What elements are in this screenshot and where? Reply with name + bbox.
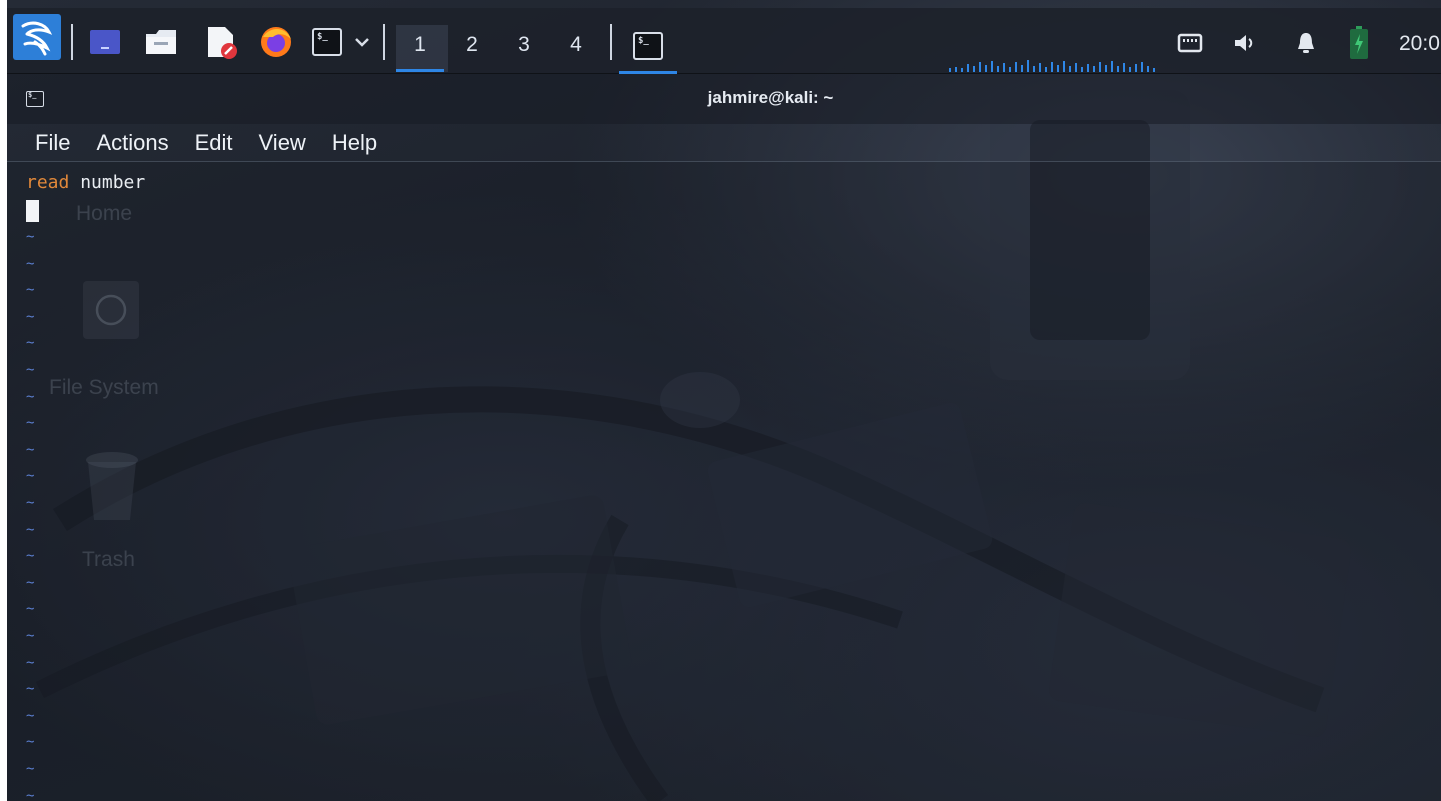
workspace-label: 1 (414, 33, 426, 56)
empty-line-tilde: ~ (26, 574, 35, 591)
empty-line-tilde: ~ (26, 548, 35, 565)
notifications-icon (1298, 33, 1314, 53)
volume-button[interactable] (1229, 28, 1261, 58)
empty-line-tilde: ~ (26, 229, 35, 245)
battery-icon (1350, 26, 1368, 59)
workspace-2-button[interactable]: 2 (448, 25, 496, 65)
empty-line-tilde: ~ (26, 415, 35, 432)
empty-line-tilde: ~ (26, 282, 35, 299)
code-line-1: read number (26, 172, 145, 193)
workspace-1-button[interactable]: 1 (396, 25, 444, 72)
kali-dragon-icon (21, 21, 53, 56)
menu-view[interactable]: View (259, 130, 306, 156)
workspace-label: 4 (570, 33, 582, 56)
show-desktop-icon (90, 30, 120, 54)
file-manager-button[interactable] (143, 26, 179, 58)
empty-line-tilde: ~ (26, 468, 35, 485)
kali-menu-button[interactable] (13, 14, 61, 60)
empty-line-tilde: ~ (26, 654, 35, 671)
text-editor-button[interactable] (203, 24, 239, 60)
terminal-dropdown-button[interactable] (351, 30, 373, 54)
network-button[interactable] (1173, 28, 1207, 58)
empty-line-tilde: ~ (26, 441, 35, 458)
text-editor-icon (208, 27, 237, 59)
terminal-icon: $_ (312, 28, 342, 56)
show-desktop-button[interactable] (87, 26, 123, 58)
window-title: jahmire@kali: ~ (707, 88, 834, 107)
menu-bar: File Actions Edit View Help (7, 124, 1441, 162)
terminal-task-icon: $_ (633, 32, 663, 60)
empty-line-tilde: ~ (26, 601, 35, 618)
workspace-3-button[interactable]: 3 (500, 25, 548, 65)
workspace-4-button[interactable]: 4 (552, 25, 600, 65)
empty-line-tilde: ~ (26, 521, 35, 538)
desktop-screen: Home File System Trash $_ 1 2 3 4 $_ 20:… (0, 0, 1441, 801)
menu-edit[interactable]: Edit (195, 130, 233, 156)
menu-file[interactable]: File (35, 130, 70, 156)
empty-line-tilde: ~ (26, 362, 35, 378)
empty-line-tilde: ~ (26, 495, 35, 511)
code-text: number (69, 172, 146, 193)
firefox-button[interactable] (257, 24, 295, 60)
terminal-launcher-button[interactable]: $_ (309, 26, 345, 58)
empty-line-tilde: ~ (26, 761, 35, 777)
audio-visualizer (949, 60, 1155, 72)
chevron-down-icon (355, 38, 369, 47)
text-cursor (26, 200, 39, 222)
workspace-label: 2 (466, 33, 478, 56)
volume-icon (1235, 35, 1253, 51)
empty-line-tilde: ~ (26, 628, 35, 644)
empty-line-tilde: ~ (26, 388, 35, 405)
panel-separator (610, 24, 612, 60)
network-icon (1177, 33, 1203, 53)
menu-help[interactable]: Help (332, 130, 377, 156)
file-manager-icon (146, 30, 176, 54)
empty-line-tilde: ~ (26, 335, 35, 352)
workspace-label: 3 (518, 33, 530, 56)
empty-line-tilde: ~ (26, 734, 35, 751)
top-panel: $_ 1 2 3 4 $_ 20:0 (7, 8, 1441, 74)
notifications-button[interactable] (1291, 28, 1321, 58)
active-workspace-indicator (396, 69, 444, 72)
panel-separator (383, 24, 385, 60)
empty-line-tilde: ~ (26, 707, 35, 724)
firefox-icon (261, 27, 291, 57)
battery-button[interactable] (1345, 24, 1373, 62)
empty-line-tilde: ~ (26, 681, 35, 698)
keyword-read: read (26, 172, 70, 193)
clock[interactable]: 20:0 (1399, 32, 1440, 56)
menu-actions[interactable]: Actions (96, 130, 168, 156)
empty-line-tilde: ~ (26, 787, 35, 801)
empty-line-tilde: ~ (26, 308, 35, 325)
empty-line-tilde: ~ (26, 255, 35, 272)
terminal-editor-area[interactable]: read number ~ ~ ~ ~ ~ ~ ~ ~ ~ ~ ~ ~ ~ ~ ~ ~ ~ ~ ~ ~ ~ ~ (7, 162, 1441, 801)
terminal-task-button[interactable]: $_ (619, 18, 677, 74)
panel-separator (71, 24, 73, 60)
